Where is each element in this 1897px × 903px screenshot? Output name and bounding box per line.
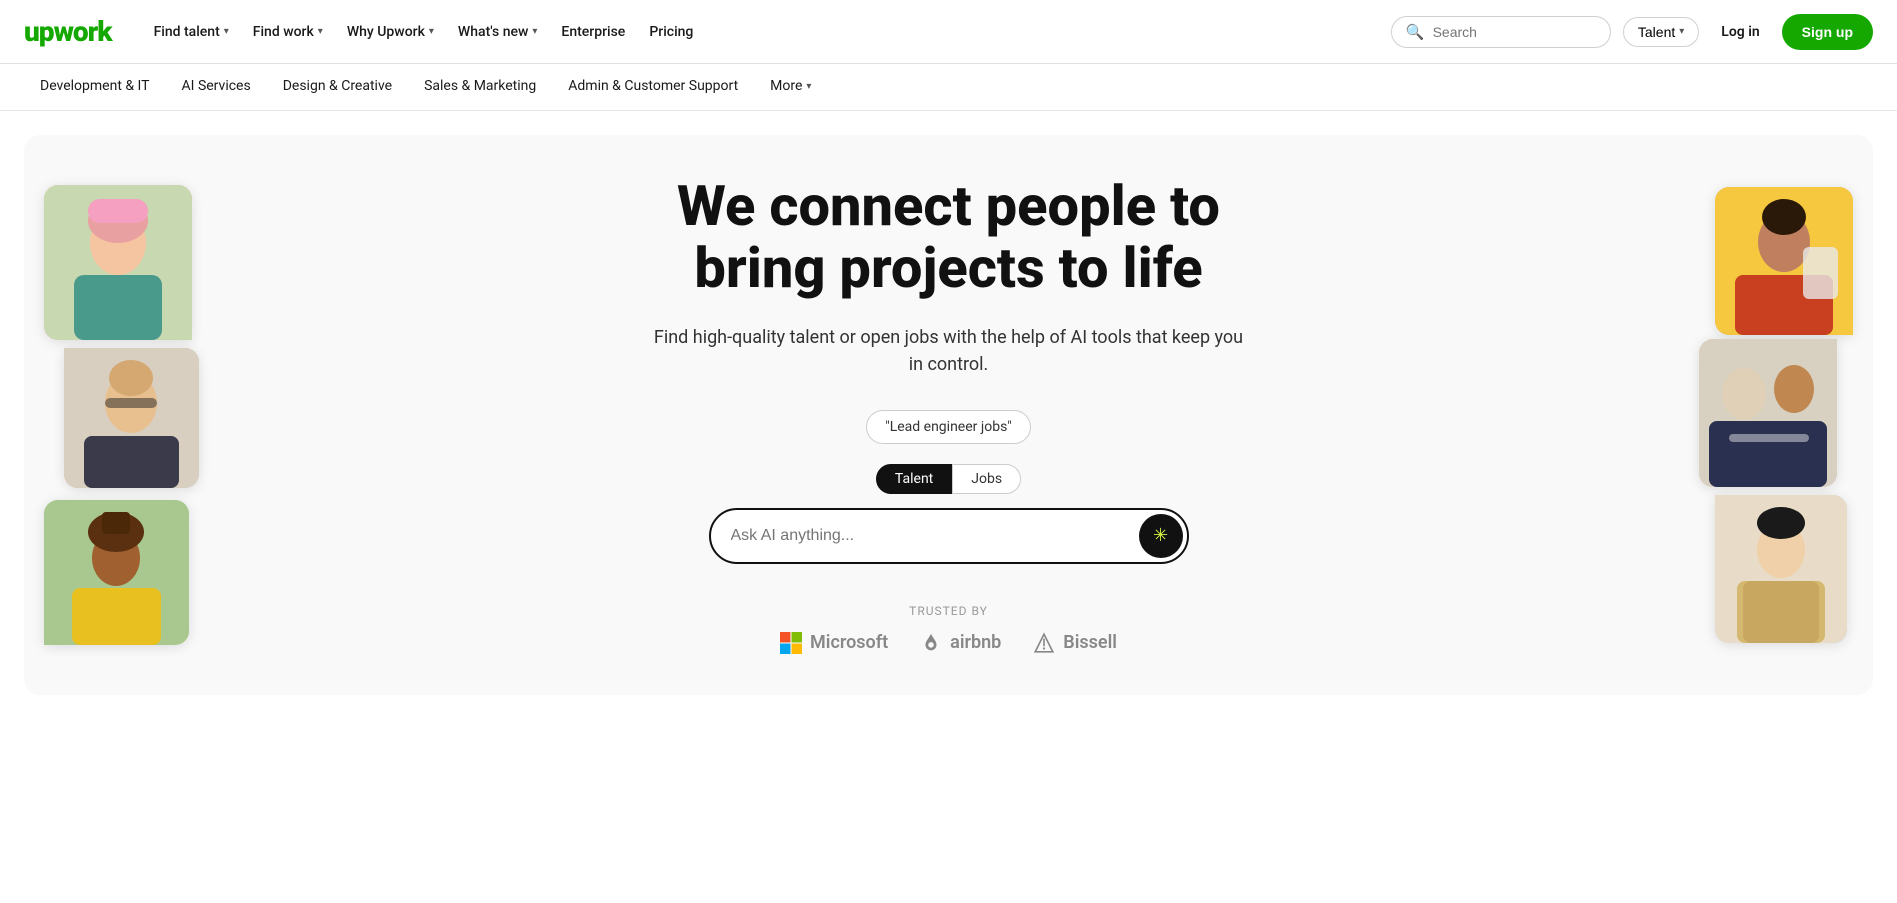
input-tabs: Talent Jobs: [649, 464, 1249, 494]
person-photo-4: [1715, 187, 1853, 335]
tab-jobs[interactable]: Jobs: [952, 464, 1021, 494]
nav-why-upwork[interactable]: Why Upwork ▾: [337, 16, 444, 48]
person-photo-5: [1699, 339, 1837, 487]
person-photo-2: [64, 348, 199, 488]
bissell-icon: [1033, 632, 1055, 654]
hero-photo-1: [44, 185, 192, 340]
chevron-down-icon: ▾: [806, 81, 811, 92]
logo[interactable]: upwork: [24, 15, 112, 48]
bissell-logo: Bissell: [1033, 632, 1117, 654]
person-photo-6: [1715, 495, 1847, 643]
ai-input-row: ✳: [709, 508, 1189, 564]
hero-subtitle: Find high-quality talent or open jobs wi…: [649, 324, 1249, 378]
photos-left: [44, 135, 199, 695]
hero-photo-4: [1715, 187, 1853, 335]
microsoft-logo: Microsoft: [780, 632, 888, 654]
nav-whats-new[interactable]: What's new ▾: [448, 16, 547, 48]
trusted-section: TRUSTED BY Microsoft: [649, 604, 1249, 654]
asterisk-icon: ✳: [1153, 525, 1168, 546]
microsoft-icon: [780, 632, 802, 654]
nav-pricing[interactable]: Pricing: [639, 16, 703, 48]
nav-find-talent[interactable]: Find talent ▾: [144, 16, 239, 48]
subnav-more[interactable]: More ▾: [754, 64, 827, 110]
subnav-development[interactable]: Development & IT: [24, 64, 166, 110]
hero-photo-3: [44, 500, 189, 645]
nav-enterprise[interactable]: Enterprise: [551, 16, 635, 48]
ai-search-input[interactable]: [731, 527, 1139, 545]
chevron-down-icon: ▾: [532, 26, 537, 37]
subnav-design[interactable]: Design & Creative: [267, 64, 408, 110]
airbnb-logo: airbnb: [920, 632, 1001, 654]
tab-talent[interactable]: Talent: [876, 464, 952, 494]
signup-button[interactable]: Sign up: [1782, 14, 1873, 50]
subnav-ai-services[interactable]: AI Services: [166, 64, 267, 110]
ai-submit-button[interactable]: ✳: [1139, 514, 1183, 558]
chevron-down-icon: ▾: [429, 26, 434, 37]
hero-content: We connect people to bring projects to l…: [649, 176, 1249, 653]
person-photo-1: [44, 185, 192, 340]
nav-find-work[interactable]: Find work ▾: [243, 16, 333, 48]
chevron-down-icon: ▾: [318, 26, 323, 37]
chevron-down-icon: ▾: [1679, 26, 1684, 37]
photos-right: [1699, 135, 1853, 695]
hero-photo-6: [1715, 495, 1847, 643]
airbnb-icon: [920, 632, 942, 654]
person-photo-3: [44, 500, 189, 645]
header-right: 🔍 Talent ▾ Log in Sign up: [1391, 14, 1873, 50]
subnav-sales[interactable]: Sales & Marketing: [408, 64, 552, 110]
talent-filter-button[interactable]: Talent ▾: [1623, 17, 1699, 47]
subnav-admin[interactable]: Admin & Customer Support: [552, 64, 754, 110]
search-bar[interactable]: 🔍: [1391, 16, 1611, 48]
chevron-down-icon: ▾: [224, 26, 229, 37]
hero-photo-2: [64, 348, 199, 488]
header: upwork Find talent ▾ Find work ▾ Why Upw…: [0, 0, 1897, 64]
hero-title: We connect people to bring projects to l…: [649, 176, 1249, 299]
search-input[interactable]: [1433, 24, 1596, 40]
sub-nav: Development & IT AI Services Design & Cr…: [0, 64, 1897, 111]
trusted-logos: Microsoft airbnb Bissell: [649, 632, 1249, 654]
main-nav: Find talent ▾ Find work ▾ Why Upwork ▾ W…: [144, 16, 1391, 48]
hero-section: We connect people to bring projects to l…: [24, 135, 1873, 695]
trusted-label: TRUSTED BY: [649, 604, 1249, 618]
search-icon: 🔍: [1406, 23, 1425, 41]
login-button[interactable]: Log in: [1711, 18, 1769, 46]
hero-search-chip[interactable]: "Lead engineer jobs": [866, 410, 1031, 444]
hero-photo-5: [1699, 339, 1837, 487]
